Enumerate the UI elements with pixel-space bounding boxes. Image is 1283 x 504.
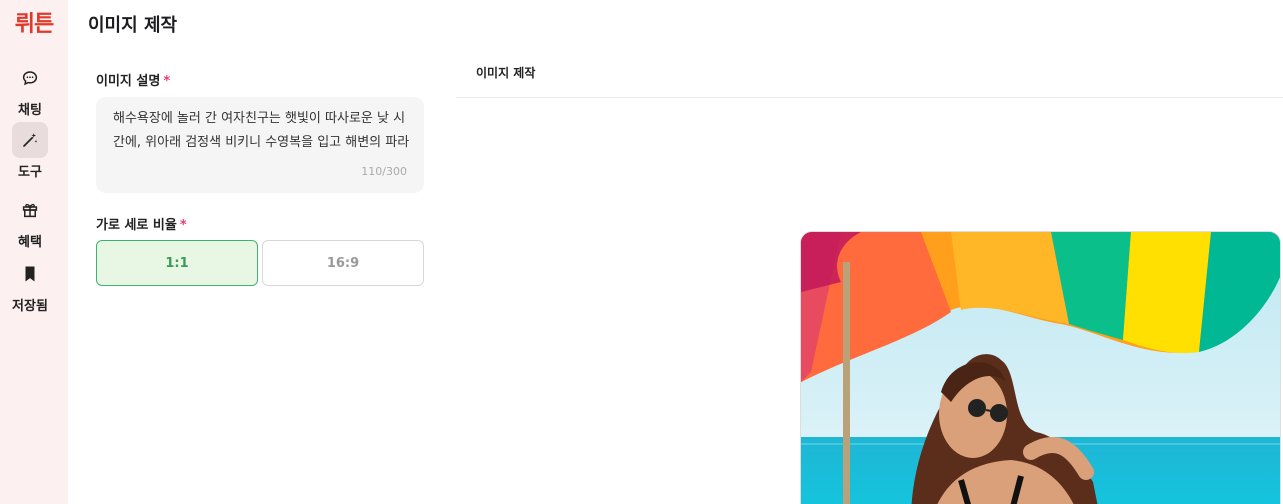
- required-mark: *: [179, 218, 187, 233]
- sidebar-item-label: 저장됨: [12, 299, 48, 314]
- description-textarea[interactable]: 해수욕장에 놀러 간 여자친구는 햇빛이 따사로운 낮 시간에, 위아래 검정색…: [96, 97, 424, 193]
- page-title: 이미지 제작: [88, 15, 178, 36]
- ratio-label-text: 가로 세로 비율: [96, 218, 177, 233]
- sidebar-item-label: 도구: [18, 165, 42, 180]
- required-mark: *: [163, 74, 171, 89]
- description-label-text: 이미지 설명: [96, 74, 161, 89]
- result-panel-title: 이미지 제작: [476, 66, 536, 80]
- sidebar-item-saved[interactable]: 저장됨: [0, 256, 60, 314]
- sidebar: 뤼튼 채팅 도구 혜택 저장됨: [0, 0, 68, 504]
- sidebar-item-label: 채팅: [18, 103, 42, 118]
- character-counter: 110/300: [361, 165, 407, 178]
- ratio-option-16-9[interactable]: 16:9: [262, 240, 424, 286]
- chat-bubble-icon: [12, 60, 48, 96]
- app-logo[interactable]: 뤼튼: [0, 6, 68, 38]
- sidebar-item-tools[interactable]: 도구: [0, 122, 60, 180]
- ratio-option-1-1[interactable]: 1:1: [96, 240, 258, 286]
- magic-wand-icon: [12, 122, 48, 158]
- ratio-label: 가로 세로 비율 *: [96, 214, 187, 233]
- result-panel-header: 이미지 제작: [456, 50, 1283, 98]
- bookmark-icon: [12, 256, 48, 292]
- description-label: 이미지 설명 *: [96, 70, 170, 89]
- sidebar-item-chat[interactable]: 채팅: [0, 60, 60, 118]
- generated-image[interactable]: [800, 231, 1281, 504]
- description-text[interactable]: 해수욕장에 놀러 간 여자친구는 햇빛이 따사로운 낮 시간에, 위아래 검정색…: [113, 107, 413, 155]
- gift-icon: [12, 192, 48, 228]
- sidebar-item-benefits[interactable]: 혜택: [0, 192, 60, 250]
- sidebar-item-label: 혜택: [18, 235, 42, 250]
